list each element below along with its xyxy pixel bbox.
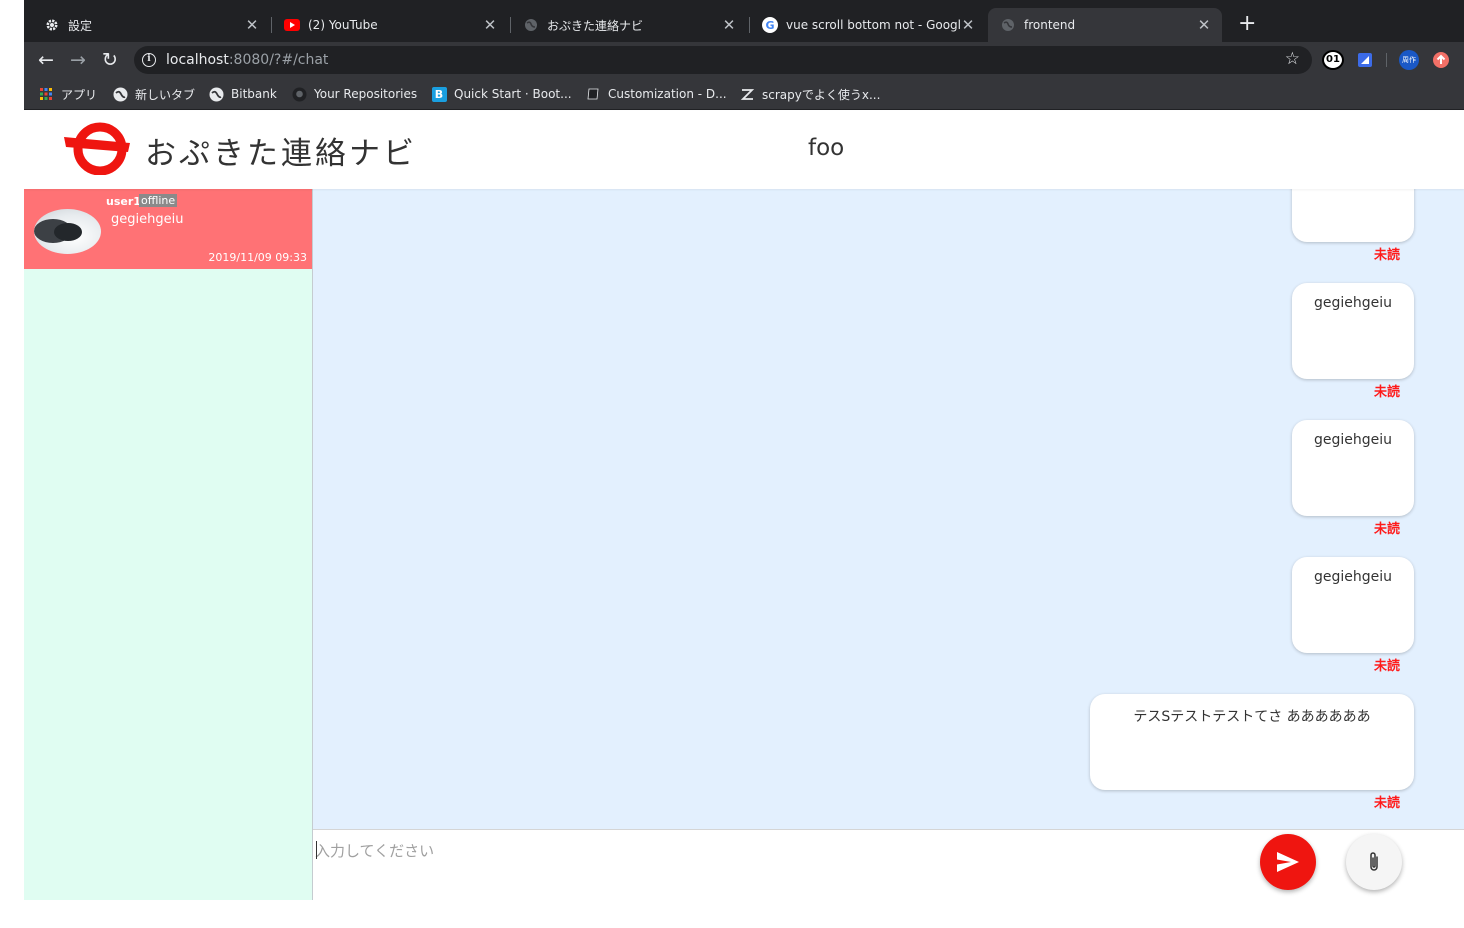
update-icon[interactable] <box>1432 50 1450 70</box>
reload-icon[interactable]: ↻ <box>98 48 122 72</box>
close-icon[interactable]: ✕ <box>244 16 260 34</box>
bookmark-label: Your Repositories <box>314 87 418 101</box>
unread-label: 未読 <box>1373 659 1400 674</box>
tab-opukita[interactable]: おぷきた連絡ナビ ✕ <box>511 8 747 42</box>
counter-badge: 01 <box>1322 50 1344 70</box>
bookmark-label: Customization - D... <box>608 87 727 101</box>
globe-icon <box>523 17 539 33</box>
globe-icon <box>112 86 128 102</box>
gear-icon <box>44 17 60 33</box>
message-bubble: gegiehgeiu <box>1292 283 1414 379</box>
message-text: gegiehgeiu <box>1313 569 1393 585</box>
profile-extension-icon[interactable]: 周作 <box>1398 50 1420 70</box>
forward-arrow-icon[interactable]: → <box>66 48 90 72</box>
zenn-icon <box>739 86 755 102</box>
close-icon[interactable]: ✕ <box>1196 16 1212 34</box>
tab-strip: 設定 ✕ (2) YouTube ✕ おぷきた連絡ナビ ✕ G vue scro… <box>24 0 1464 42</box>
message-text: gegiehgeiu <box>1313 432 1393 448</box>
message-text: テスSテストテストてさ ああああああ <box>1133 709 1371 725</box>
composer <box>313 829 1464 900</box>
toolbar-divider <box>1386 53 1387 67</box>
status-badge: offline <box>139 194 178 207</box>
tab-settings[interactable]: 設定 ✕ <box>32 8 270 42</box>
bootstrap-icon: B <box>431 86 447 102</box>
close-icon[interactable]: ✕ <box>721 16 737 34</box>
tab-title: 設定 <box>68 18 93 33</box>
youtube-icon <box>284 17 300 33</box>
bookmark-new-tab[interactable]: 新しいタブ <box>112 85 195 103</box>
address-bar[interactable]: i localhost:8080/?#/chat ☆ <box>134 46 1312 74</box>
bookmark-github[interactable]: Your Repositories <box>291 85 417 103</box>
tab-google-search[interactable]: G vue scroll bottom not - Google ✕ <box>750 8 986 42</box>
room-timestamp: 2019/11/09 09:33 <box>208 251 307 264</box>
message-input[interactable] <box>315 838 1215 864</box>
avatar <box>34 209 101 254</box>
message-bubble <box>1292 189 1414 242</box>
attach-button[interactable] <box>1346 834 1402 890</box>
unread-label: 未読 <box>1373 385 1400 400</box>
bookmark-label: 新しいタブ <box>135 87 196 102</box>
info-icon[interactable]: i <box>142 53 156 67</box>
bookmark-bootstrap[interactable]: B Quick Start · Boot... <box>431 85 572 103</box>
unread-label: 未読 <box>1373 796 1400 811</box>
google-icon: G <box>762 17 778 33</box>
paperclip-icon <box>1370 852 1378 871</box>
url-path: :8080/?#/chat <box>228 52 329 68</box>
text-caret <box>316 841 317 859</box>
tab-youtube[interactable]: (2) YouTube ✕ <box>272 8 508 42</box>
address-url: localhost:8080/?#/chat <box>166 52 328 68</box>
tab-title: vue scroll bottom not - Google <box>786 18 960 32</box>
tab-title: おぷきた連絡ナビ <box>547 18 644 33</box>
message-list[interactable]: 未読 gegiehgeiu 未読 gegiehgeiu 未読 gegiehgei… <box>313 189 1464 829</box>
bookmark-scrapy[interactable]: scrapyでよく使うx... <box>739 85 880 103</box>
globe-icon <box>208 86 224 102</box>
close-icon[interactable]: ✕ <box>960 16 976 34</box>
unread-label: 未読 <box>1373 248 1400 263</box>
app-logo-icon <box>64 122 130 175</box>
message-text: gegiehgeiu <box>1313 295 1393 311</box>
github-icon <box>291 86 307 102</box>
bookmark-label: アプリ <box>61 87 98 102</box>
counter-extension-icon[interactable]: 01 <box>1322 50 1344 70</box>
svg-text:G: G <box>765 19 774 32</box>
translate-extension-icon[interactable] <box>1356 50 1374 70</box>
browser-window: 設定 ✕ (2) YouTube ✕ おぷきた連絡ナビ ✕ G vue scro… <box>24 0 1464 900</box>
toolbar: ← → ↻ i localhost:8080/?#/chat ☆ 01 周作 <box>24 42 1464 78</box>
message-bubble: テスSテストテストてさ ああああああ <box>1090 694 1414 790</box>
room-user-name: user1 <box>106 195 141 208</box>
bookmarks-bar: アプリ 新しいタブ Bitbank Your Repositories B Qu… <box>24 78 1464 110</box>
tab-title: frontend <box>1024 18 1076 32</box>
bookmark-label: Quick Start · Boot... <box>454 87 572 101</box>
message-bubble: gegiehgeiu <box>1292 420 1414 516</box>
send-button[interactable] <box>1260 834 1316 890</box>
tab-title: (2) YouTube <box>308 18 378 32</box>
room-list: user1 offline gegiehgeiu 2019/11/09 09:3… <box>24 189 313 900</box>
close-icon[interactable]: ✕ <box>482 16 498 34</box>
bookmark-star-icon[interactable]: ☆ <box>1285 49 1300 69</box>
room-title: foo <box>808 135 845 161</box>
bookmark-customization[interactable]: Customization - D... <box>585 85 727 103</box>
room-item[interactable]: user1 offline gegiehgeiu 2019/11/09 09:3… <box>24 189 312 269</box>
new-tab-button[interactable]: + <box>1238 13 1256 35</box>
unread-label: 未読 <box>1373 522 1400 537</box>
back-arrow-icon[interactable]: ← <box>34 48 58 72</box>
bookmark-apps[interactable]: アプリ <box>38 85 97 103</box>
book-icon <box>585 86 601 102</box>
message-bubble: gegiehgeiu <box>1292 557 1414 653</box>
url-host: localhost <box>166 52 229 68</box>
profile-extension-label: 周作 <box>1399 50 1419 70</box>
send-icon <box>1277 852 1299 872</box>
bookmark-bitbank[interactable]: Bitbank <box>208 85 277 103</box>
app-name: おぷきた連絡ナビ <box>145 136 417 172</box>
bookmark-label: scrapyでよく使うx... <box>762 87 881 102</box>
app-header: おぷきた連絡ナビ foo <box>24 111 1464 189</box>
globe-icon <box>1000 17 1016 33</box>
tab-frontend[interactable]: frontend ✕ <box>988 8 1222 42</box>
apps-grid-icon <box>38 86 54 102</box>
room-last-message: gegiehgeiu <box>111 212 184 227</box>
bookmark-label: Bitbank <box>231 87 277 101</box>
